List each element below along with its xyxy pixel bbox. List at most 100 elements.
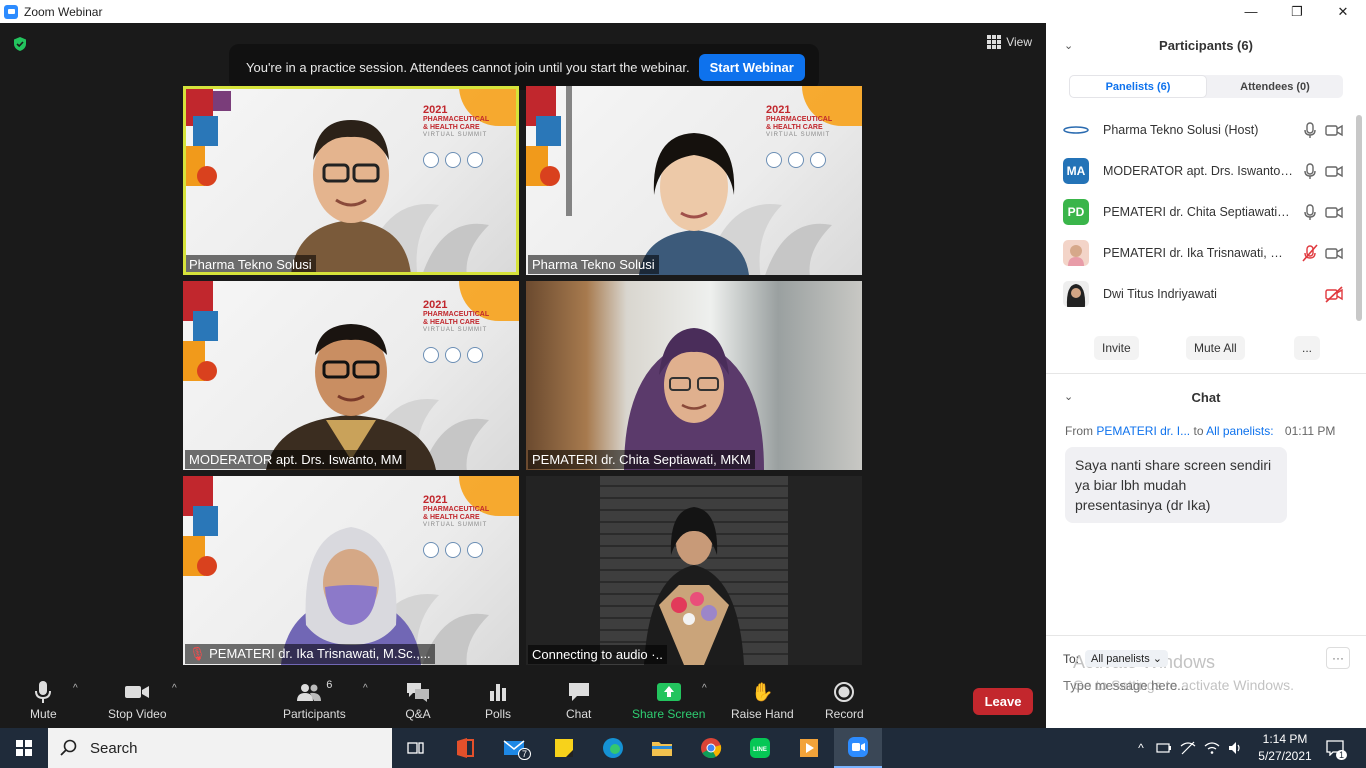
- close-button[interactable]: ✕: [1320, 0, 1366, 23]
- chat-message-meta: From PEMATERI dr. I... to All panelists:…: [1065, 424, 1336, 438]
- svg-text:LINE: LINE: [753, 747, 767, 753]
- raise-hand-button[interactable]: ✋ Raise Hand: [731, 679, 794, 722]
- maximize-button[interactable]: ❐: [1274, 0, 1320, 23]
- meeting-toolbar: Mute ^ Stop Video ^ 6 Participants ^ Q&A…: [0, 673, 1046, 728]
- audio-options-caret[interactable]: ^: [73, 683, 78, 694]
- microphone-icon[interactable]: [1301, 121, 1319, 139]
- microphone-icon[interactable]: [1301, 203, 1319, 221]
- participants-count: 6: [326, 679, 333, 691]
- leave-button[interactable]: Leave: [973, 688, 1033, 715]
- view-button[interactable]: View: [987, 35, 1032, 49]
- participant-name: MODERATOR apt. Drs. Iswanto, MM: [185, 450, 407, 469]
- microphone-icon[interactable]: [1301, 162, 1319, 180]
- host-logo-avatar: [1063, 117, 1089, 143]
- chat-sender-link[interactable]: PEMATERI dr. I...: [1096, 424, 1190, 438]
- windows-taskbar: Search 7 LINE ^ 1:14 PM 5/27/2021 1: [0, 728, 1366, 768]
- share-screen-icon: [656, 683, 681, 701]
- stop-video-button[interactable]: Stop Video: [108, 679, 167, 721]
- participant-video: [266, 324, 436, 470]
- video-tile[interactable]: 2021 PHARMACEUTICAL & HEALTH CARE VIRTUA…: [183, 86, 519, 275]
- participant-video: [624, 328, 764, 470]
- notification-center-icon[interactable]: 1: [1322, 728, 1348, 768]
- more-options-button[interactable]: ...: [1294, 336, 1321, 360]
- avatar: [1063, 240, 1089, 266]
- file-explorer-icon[interactable]: [638, 728, 686, 768]
- wifi-icon[interactable]: [1202, 728, 1222, 768]
- sticky-notes-icon[interactable]: [540, 728, 588, 768]
- zoom-taskbar-icon[interactable]: [834, 728, 882, 768]
- office-icon[interactable]: [441, 728, 489, 768]
- chat-button[interactable]: Chat: [566, 679, 591, 721]
- video-camera-icon[interactable]: [1325, 244, 1343, 262]
- polls-button[interactable]: Polls: [485, 679, 511, 721]
- tab-attendees[interactable]: Attendees (0): [1207, 75, 1343, 98]
- start-webinar-button[interactable]: Start Webinar: [698, 53, 805, 81]
- mail-icon[interactable]: 7: [490, 728, 538, 768]
- media-player-icon[interactable]: [785, 728, 833, 768]
- network-off-icon[interactable]: [1178, 728, 1198, 768]
- line-app-icon[interactable]: LINE: [736, 728, 784, 768]
- notification-badge: 1: [1336, 750, 1348, 760]
- mute-button[interactable]: Mute: [30, 679, 57, 721]
- minimize-button[interactable]: —: [1228, 0, 1274, 23]
- participants-button[interactable]: 6 Participants: [283, 679, 346, 721]
- muted-microphone-icon[interactable]: [1301, 244, 1319, 262]
- avatar: MA: [1063, 158, 1089, 184]
- meeting-area: View You're in a practice session. Atten…: [0, 23, 1046, 673]
- video-options-caret[interactable]: ^: [172, 683, 177, 694]
- participant-name: 🎙 PEMATERI dr. Ika Trisnawati, M.Sc.,...: [185, 644, 435, 664]
- participant-video: [291, 120, 411, 275]
- tab-panelists[interactable]: Panelists (6): [1069, 75, 1207, 98]
- video-camera-icon[interactable]: [1325, 121, 1343, 139]
- grid-view-icon: [987, 35, 1002, 49]
- avatar: [1063, 281, 1089, 307]
- microphone-icon: [35, 681, 52, 703]
- invite-button[interactable]: Invite: [1094, 336, 1139, 360]
- window-title: Zoom Webinar: [24, 4, 103, 19]
- participant-name: Pharma Tekno Solusi: [185, 255, 316, 274]
- share-options-caret[interactable]: ^: [702, 683, 707, 694]
- video-off-icon[interactable]: [1325, 285, 1343, 303]
- security-shield-icon[interactable]: [12, 36, 28, 52]
- participant-video: [281, 527, 421, 665]
- video-camera-icon[interactable]: [1325, 203, 1343, 221]
- video-tile[interactable]: PEMATERI dr. Chita Septiawati, MKM: [526, 281, 862, 470]
- participant-row[interactable]: Dwi Titus Indriyawati: [1063, 279, 1351, 309]
- task-view-icon[interactable]: [392, 728, 440, 768]
- participant-name: Connecting to audio ·..: [528, 645, 667, 664]
- share-screen-button[interactable]: Share Screen: [632, 679, 705, 721]
- decor-graphic: [183, 86, 231, 186]
- chrome-icon[interactable]: [687, 728, 735, 768]
- participant-video: [644, 507, 744, 665]
- taskbar-search[interactable]: Search: [48, 728, 392, 768]
- summit-logo: 2021 PHARMACEUTICAL & HEALTH CARE VIRTUA…: [423, 494, 509, 558]
- start-button[interactable]: [0, 728, 48, 768]
- participants-scrollbar[interactable]: [1356, 115, 1362, 321]
- record-button[interactable]: Record: [825, 679, 864, 721]
- video-tile[interactable]: Connecting to audio ·..: [526, 476, 862, 665]
- qa-button[interactable]: Q&A: [405, 679, 431, 721]
- video-tile[interactable]: 2021 PHARMACEUTICAL & HEALTH CARE VIRTUA…: [526, 86, 862, 275]
- show-hidden-icons-chevron-icon[interactable]: ^: [1132, 728, 1150, 768]
- video-tile[interactable]: 2021 PHARMACEUTICAL & HEALTH CARE VIRTUA…: [183, 281, 519, 470]
- taskbar-clock[interactable]: 1:14 PM 5/27/2021: [1250, 731, 1320, 765]
- video-tile[interactable]: 2021 PHARMACEUTICAL & HEALTH CARE VIRTUA…: [183, 476, 519, 665]
- edge-icon[interactable]: [589, 728, 637, 768]
- chat-recipient-selector: To: All panelists ⌄: [1063, 650, 1168, 667]
- participant-name: Pharma Tekno Solusi: [528, 255, 659, 274]
- recipient-dropdown[interactable]: All panelists ⌄: [1085, 650, 1168, 667]
- volume-icon[interactable]: [1226, 728, 1246, 768]
- chat-message-input[interactable]: Type message here...: [1063, 678, 1188, 693]
- battery-icon[interactable]: [1154, 728, 1174, 768]
- chat-time: 01:11 PM: [1284, 424, 1336, 438]
- qa-icon: [407, 683, 429, 702]
- video-camera-icon[interactable]: [1325, 162, 1343, 180]
- participants-icon: [297, 684, 322, 701]
- title-bar: Zoom Webinar — ❐ ✕: [0, 0, 1366, 23]
- search-icon: [60, 739, 77, 756]
- raise-hand-icon: ✋: [751, 681, 774, 702]
- chat-recipient-link[interactable]: All panelists:: [1206, 424, 1273, 438]
- participants-options-caret[interactable]: ^: [363, 683, 368, 694]
- chat-more-button[interactable]: ···: [1326, 647, 1350, 669]
- mute-all-button[interactable]: Mute All: [1186, 336, 1245, 360]
